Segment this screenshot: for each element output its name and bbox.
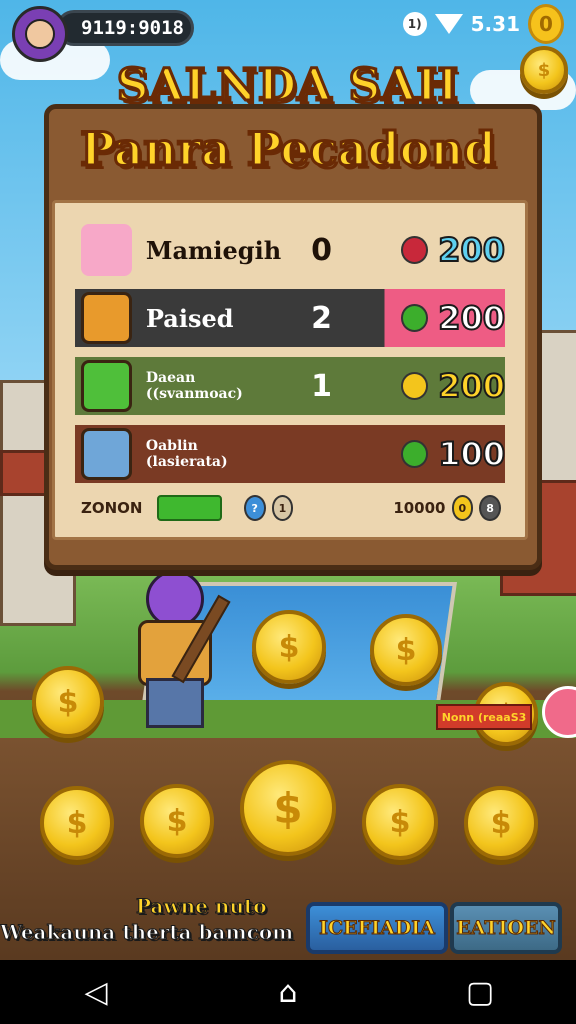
gem-icon <box>400 440 429 468</box>
gem-icon <box>400 304 429 332</box>
count-badge: 8 <box>479 495 501 521</box>
leaderboard-row[interactable]: Oablin (lasierata) 100 <box>75 425 506 483</box>
coin[interactable]: $ <box>40 786 114 860</box>
gem-icon <box>400 236 429 264</box>
row-name: Mamiegih <box>145 235 282 265</box>
coin[interactable]: $ <box>140 784 214 858</box>
row-count: 2 <box>311 300 332 336</box>
footer-value: 10000 <box>393 499 446 517</box>
caption-line1: Pawne nuto <box>136 894 268 919</box>
back-button[interactable]: ◁ <box>66 975 126 1010</box>
status-right: 1) 5.31 0 <box>402 4 564 44</box>
avatar-face-icon <box>25 19 55 49</box>
coin[interactable]: $ <box>240 760 336 856</box>
pink-creature-icon <box>81 224 132 276</box>
status-bar: 9119:9018 1) 5.31 0 <box>0 0 576 62</box>
leaderboard-footer: ZONON ? 1 10000 0 8 <box>81 491 501 525</box>
notification-icon: 1) <box>402 12 427 36</box>
player-character[interactable] <box>128 570 231 730</box>
clock: 5.31 <box>470 12 520 36</box>
leaderboard-row[interactable]: Daean ((svanmoac) 1 200 <box>75 357 506 415</box>
coin-shop-button[interactable]: 0 <box>528 4 564 44</box>
row-name: Oablin (lasierata) <box>145 438 228 470</box>
character-legs <box>146 678 204 728</box>
warrior-portrait-icon <box>81 428 132 480</box>
row-value: 200 <box>437 230 506 270</box>
info-icon[interactable]: ? <box>243 495 266 521</box>
row-count: 0 <box>311 232 332 268</box>
fox-icon <box>81 292 132 344</box>
primary-action-button[interactable]: ICEFIADIA <box>306 902 448 954</box>
coin-icon: 0 <box>451 495 474 521</box>
row-value: 200 <box>437 366 506 406</box>
row-name: Paised <box>145 303 234 333</box>
coin-icon <box>400 372 429 400</box>
player-avatar[interactable] <box>12 6 68 62</box>
coin[interactable]: $ <box>252 610 326 684</box>
score-display: 9119:9018 <box>56 10 194 46</box>
secondary-action-button[interactable]: EATIOEN <box>450 902 562 954</box>
coin[interactable]: $ <box>464 786 538 860</box>
recent-apps-button[interactable]: ▢ <box>450 975 510 1010</box>
leaderboard-row[interactable]: Paised 2 200 <box>75 289 506 347</box>
game-title-main: Panra Pecadond <box>79 121 498 178</box>
leaderboard-row[interactable]: Mamiegih 0 200 <box>75 221 506 279</box>
coin[interactable]: $ <box>362 784 438 860</box>
home-button[interactable]: ⌂ <box>258 975 318 1010</box>
game-scene: $ $ $ $ $ $ $ $ $ $ Nonn (reaaS3 SALNDA … <box>0 0 576 960</box>
footer-label: ZONON <box>81 499 143 517</box>
green-goblin-icon <box>81 360 132 412</box>
wifi-icon <box>434 14 463 34</box>
caption-line2: Weakauna therta bamcom <box>0 920 294 945</box>
scene-sign: Nonn (reaaS3 <box>436 704 532 730</box>
row-value: 100 <box>437 434 506 474</box>
progress-bar <box>156 495 222 521</box>
row-name: Daean ((svanmoac) <box>145 370 243 402</box>
coin[interactable]: $ <box>370 614 442 686</box>
coin[interactable]: $ <box>32 666 104 738</box>
android-nav-bar: ◁ ⌂ ▢ <box>0 960 576 1024</box>
row-value: 200 <box>437 298 506 338</box>
count-badge: 1 <box>271 495 294 521</box>
row-count: 1 <box>311 368 332 404</box>
leaderboard-list: Mamiegih 0 200 Paised 2 200 Daean ((svan… <box>52 200 528 540</box>
